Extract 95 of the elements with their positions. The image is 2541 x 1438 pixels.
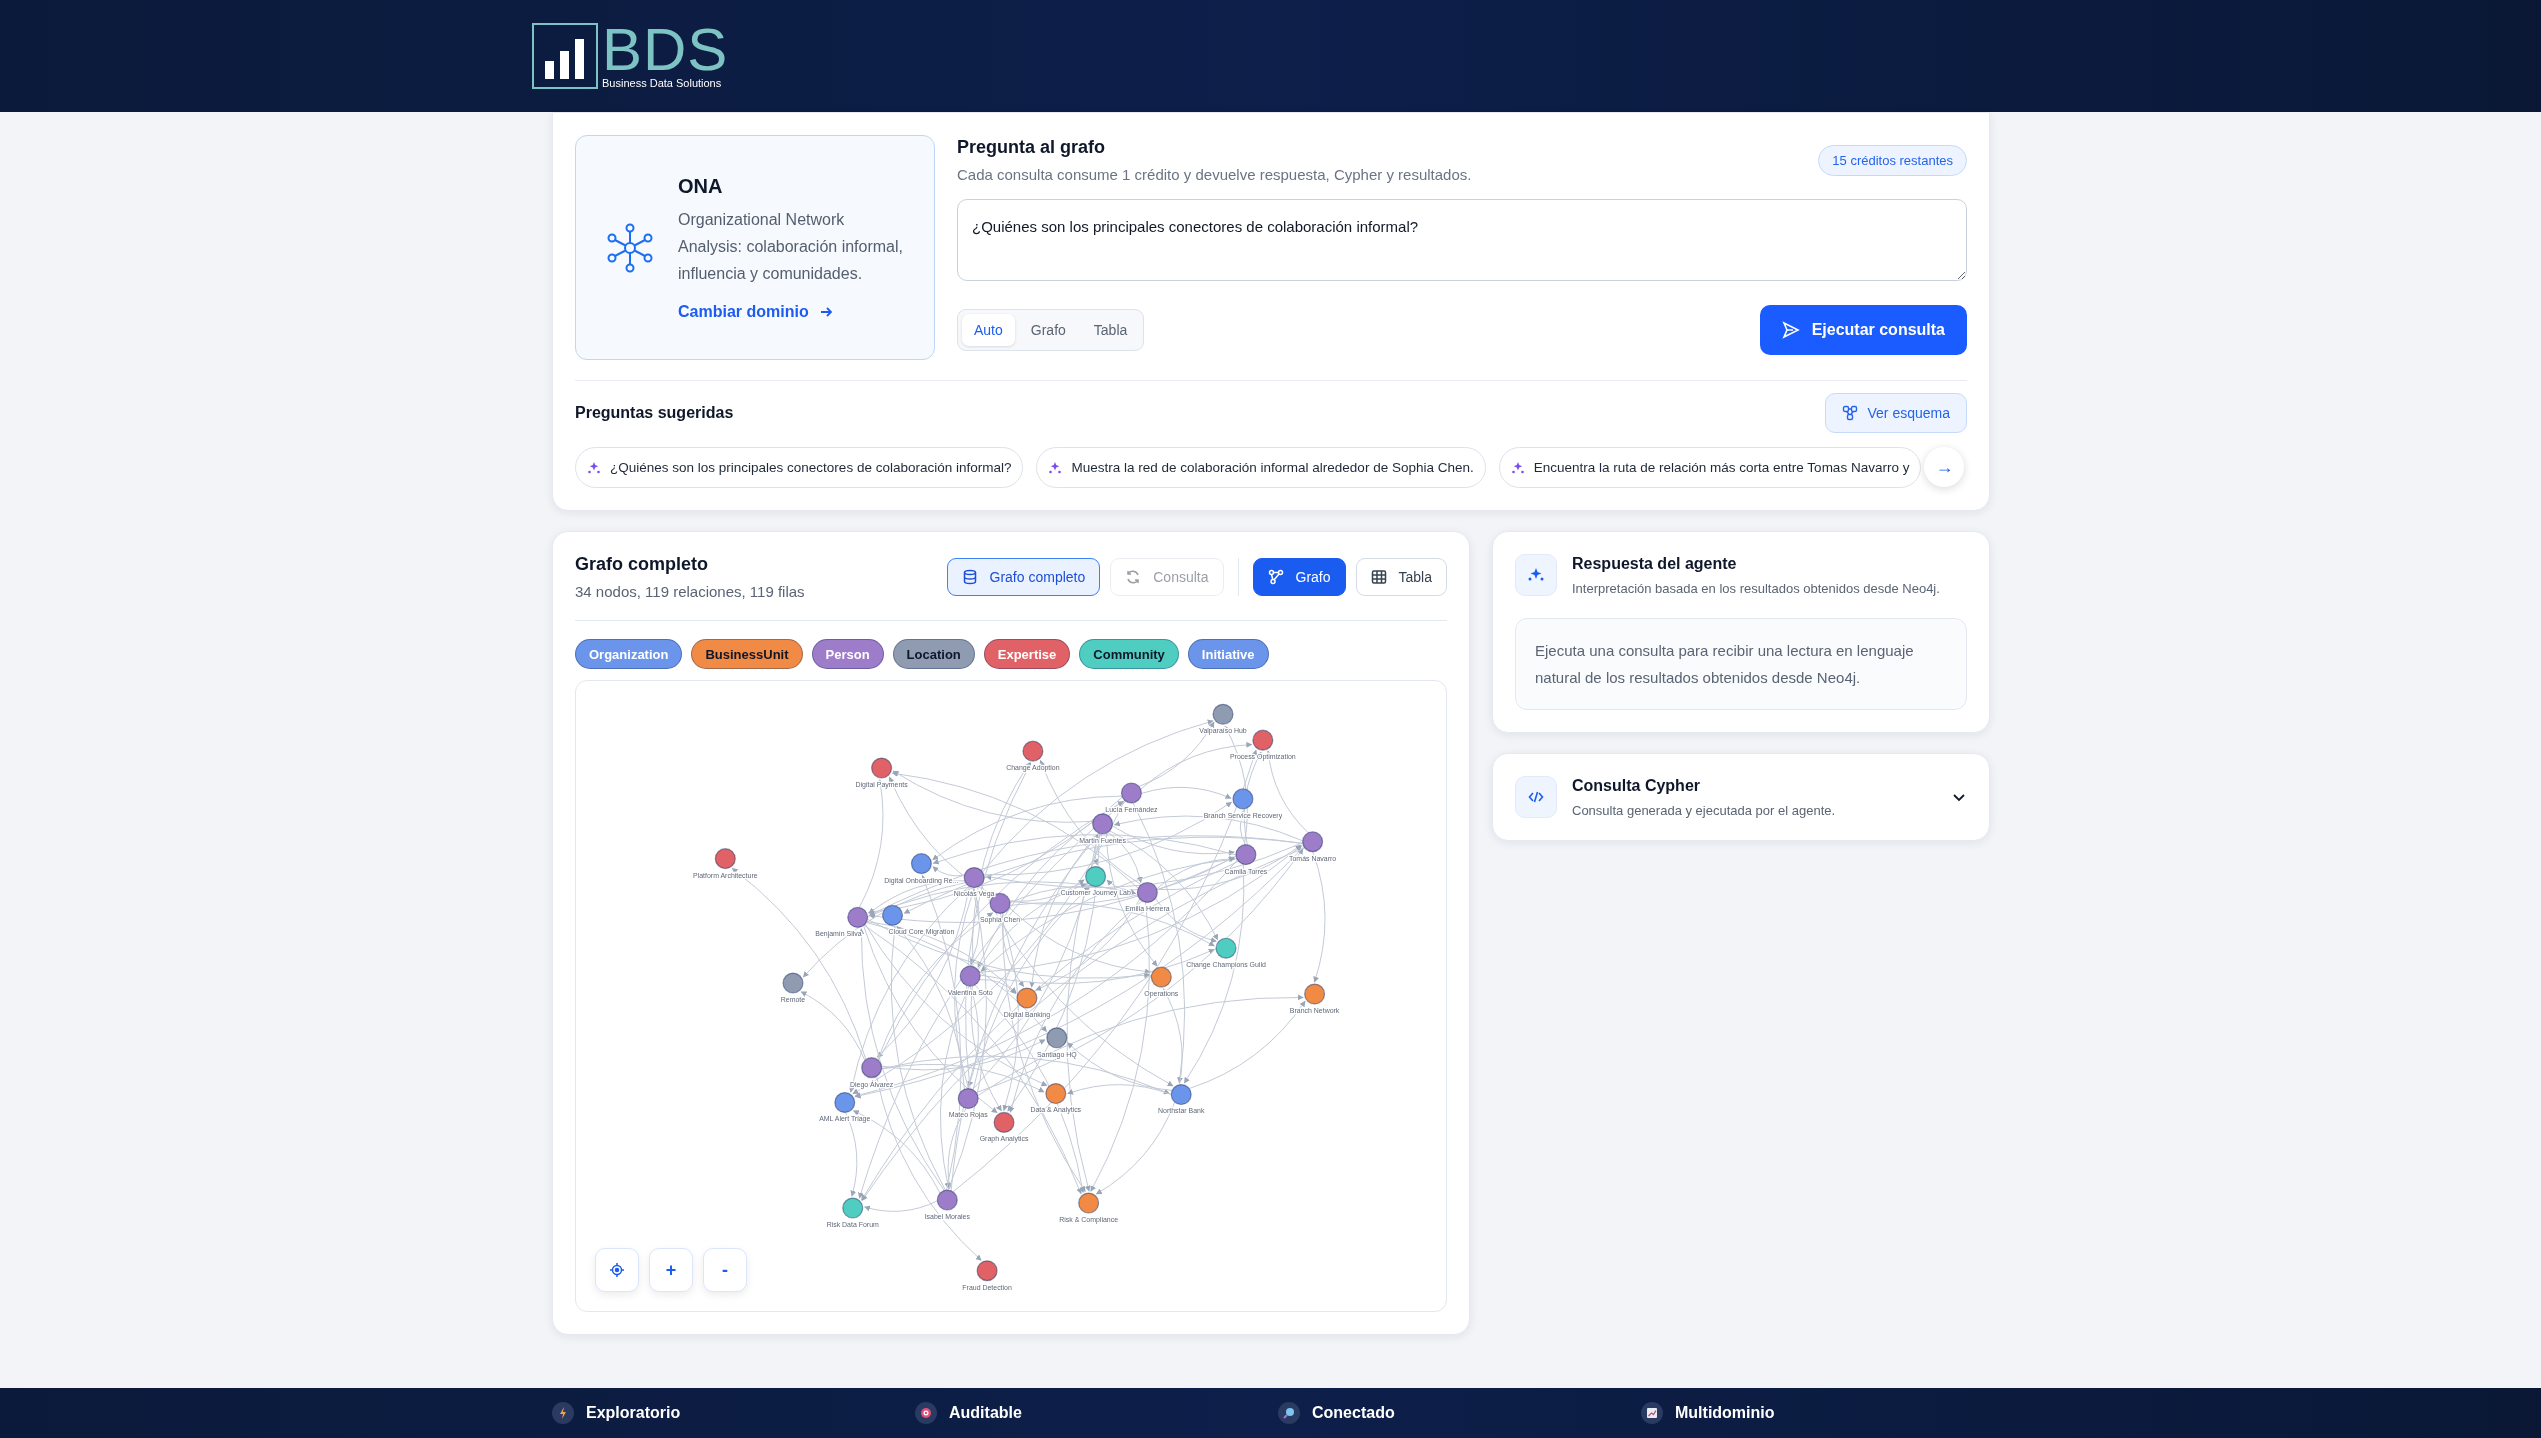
target-icon bbox=[915, 1402, 937, 1424]
zoom-button[interactable]: + bbox=[649, 1248, 693, 1292]
view-schema-button[interactable]: Ver esquema bbox=[1824, 393, 1967, 433]
graph-node[interactable] bbox=[1136, 881, 1158, 904]
domain-description: Organizational Network Analysis: colaboración informal, influencia y comunidades. bbox=[678, 209, 904, 284]
send-icon bbox=[1781, 321, 1800, 339]
graph-node[interactable] bbox=[910, 853, 932, 875]
graph-node[interactable] bbox=[714, 848, 736, 870]
view-toggle[interactable]: Grafo bbox=[1252, 558, 1346, 596]
bar-chart-logo-icon bbox=[532, 23, 598, 89]
zoom-button[interactable]: - bbox=[703, 1248, 747, 1292]
view-toggle[interactable]: Tabla bbox=[1355, 558, 1447, 596]
graph-node[interactable] bbox=[1235, 844, 1257, 866]
next-suggestions-button[interactable]: → bbox=[1924, 447, 1965, 487]
sparkle-icon bbox=[587, 460, 601, 475]
mode-tab[interactable]: Auto bbox=[962, 314, 1015, 346]
domain-title: ONA bbox=[678, 174, 724, 198]
graph-node[interactable] bbox=[936, 1189, 958, 1211]
magnifier-icon bbox=[1278, 1402, 1300, 1424]
graph-node[interactable] bbox=[963, 867, 985, 889]
schema-icon bbox=[1841, 405, 1858, 421]
suggestions-title: Preguntas sugeridas bbox=[575, 404, 734, 422]
graph-node[interactable] bbox=[1078, 1192, 1100, 1214]
code-icon bbox=[1515, 776, 1557, 818]
agent-title: Respuesta del agente bbox=[1572, 554, 1738, 573]
legend-tag: Person bbox=[811, 639, 884, 669]
legend-tag: BusinessUnit bbox=[691, 639, 803, 669]
graph-node[interactable] bbox=[847, 906, 869, 928]
graph-node[interactable] bbox=[1045, 1083, 1067, 1105]
graph-node[interactable] bbox=[1016, 987, 1038, 1009]
cypher-title: Consulta Cypher bbox=[1572, 776, 1701, 795]
graph-node[interactable] bbox=[976, 1260, 998, 1282]
cypher-subtitle: Consulta generada y ejecutada por el agente. bbox=[1572, 802, 1837, 818]
question-field[interactable]: ¿Quiénes son los principales conectores de colaboración informal? bbox=[957, 199, 1967, 281]
graph-node[interactable] bbox=[1232, 788, 1254, 810]
database-icon bbox=[961, 569, 978, 585]
legend-tag: Community bbox=[1079, 639, 1179, 669]
graph-node[interactable] bbox=[882, 904, 904, 926]
graph-node[interactable] bbox=[1170, 1084, 1192, 1106]
cypher-card[interactable]: Consulta Cypher Consulta generada y ejecutada por el agente. bbox=[1492, 753, 1990, 841]
graph-node[interactable] bbox=[1150, 966, 1172, 988]
graph-title: Grafo completo bbox=[575, 554, 709, 575]
suggestion-chip[interactable]: Encuentra la ruta de relación más corta entre Tomas Navarro y bbox=[1498, 447, 1922, 488]
graph-node[interactable] bbox=[1212, 703, 1234, 725]
graph-node[interactable] bbox=[871, 757, 893, 779]
graph-node[interactable] bbox=[842, 1197, 864, 1219]
agent-subtitle: Interpretación basada en los resultados obtenidos desde Neo4j. bbox=[1572, 580, 1941, 596]
table-icon bbox=[1370, 569, 1387, 585]
graph-node[interactable] bbox=[782, 972, 804, 994]
feature-label: Multidominio bbox=[1675, 1404, 1775, 1422]
source-toggle[interactable]: Grafo completo bbox=[946, 558, 1101, 596]
change-domain-link[interactable]: Cambiar dominio bbox=[678, 302, 910, 321]
query-title: Pregunta al grafo bbox=[957, 137, 1107, 158]
graph-node[interactable] bbox=[959, 965, 981, 987]
graph-node[interactable] bbox=[1302, 831, 1324, 853]
graph-node[interactable] bbox=[861, 1057, 883, 1079]
feature-label: Auditable bbox=[949, 1404, 1022, 1422]
graph-node[interactable] bbox=[1046, 1027, 1068, 1049]
graph-node[interactable] bbox=[957, 1087, 979, 1110]
graph-node[interactable] bbox=[1215, 937, 1237, 959]
legend-tag: Organization bbox=[575, 639, 683, 669]
feature-label: Conectado bbox=[1312, 1404, 1395, 1422]
mode-tab[interactable]: Tabla bbox=[1081, 314, 1140, 346]
graph-node[interactable] bbox=[1092, 813, 1114, 835]
graph-node[interactable] bbox=[1304, 983, 1326, 1005]
logo-text: BDS bbox=[602, 23, 729, 77]
graph-node[interactable] bbox=[1120, 782, 1142, 804]
graph-node[interactable] bbox=[993, 1111, 1015, 1133]
sparkle-icon bbox=[1510, 460, 1525, 475]
suggestion-chip[interactable]: ¿Quiénes son los principales conectores de colaboración informal? bbox=[575, 447, 1024, 488]
credits-badge: 15 créditos restantes bbox=[1818, 145, 1967, 176]
branch-icon bbox=[1267, 569, 1284, 585]
graph-summary: 34 nodos, 119 relaciones, 119 filas bbox=[575, 583, 805, 600]
logo-tagline: Business Data Solutions bbox=[602, 77, 723, 89]
recenter-button[interactable] bbox=[595, 1248, 639, 1292]
lightning-icon bbox=[552, 1402, 574, 1424]
suggestion-chip[interactable]: Muestra la red de colaboración informal alrededor de Sophia Chen. bbox=[1036, 447, 1486, 488]
query-subtitle: Cada consulta consume 1 crédito y devuelve respuesta, Cypher y resultados. bbox=[957, 166, 1472, 183]
target-icon bbox=[610, 1263, 624, 1277]
feature-label: Exploratorio bbox=[586, 1404, 681, 1422]
refresh-icon bbox=[1125, 569, 1142, 585]
run-query-button[interactable]: Ejecutar consulta bbox=[1759, 305, 1967, 355]
arrow-icon bbox=[818, 304, 833, 319]
chart-icon bbox=[1641, 1402, 1663, 1424]
graph-node[interactable] bbox=[834, 1091, 856, 1114]
sparkle-icon bbox=[1515, 554, 1557, 596]
sparkle-icon bbox=[1048, 460, 1063, 475]
legend-tag: Initiative bbox=[1187, 639, 1269, 669]
mode-tab[interactable]: Grafo bbox=[1018, 314, 1078, 346]
graph-node[interactable] bbox=[1022, 740, 1044, 762]
graph-node[interactable] bbox=[1252, 729, 1274, 751]
agent-message: Ejecuta una consulta para recibir una lectura en lenguaje natural de los resultados obtenidos desde Neo4j. bbox=[1515, 618, 1967, 710]
legend-tag: Location bbox=[892, 639, 975, 669]
legend-tag: Expertise bbox=[983, 639, 1071, 669]
graph-node[interactable] bbox=[1085, 866, 1107, 888]
